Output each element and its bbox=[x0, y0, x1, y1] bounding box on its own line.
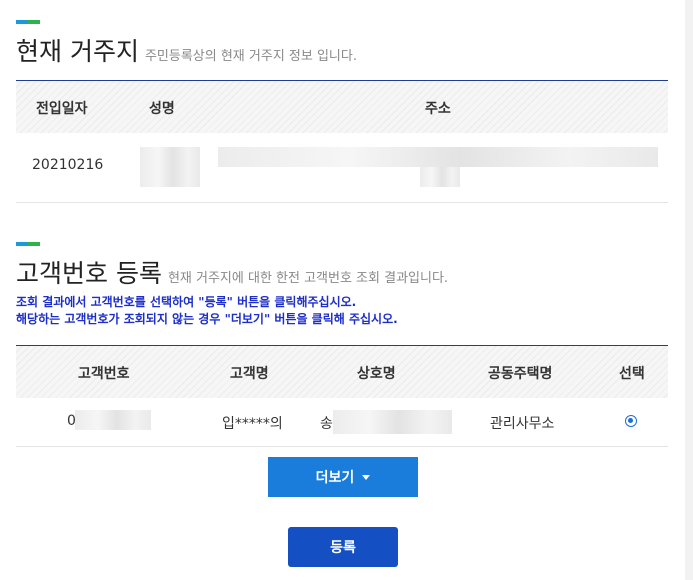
header-apartment-name: 공동주택명 bbox=[488, 366, 553, 382]
residence-subtitle: 주민등록상의 현재 거주지 정보 입니다. bbox=[144, 49, 357, 64]
residence-table-header bbox=[16, 81, 668, 133]
redacted-address bbox=[218, 147, 658, 167]
header-customer-number: 고객번호 bbox=[78, 366, 130, 382]
header-move-in-date: 전입일자 bbox=[36, 101, 88, 117]
residence-row-divider bbox=[16, 202, 668, 203]
header-address: 주소 bbox=[425, 101, 451, 117]
redacted-customer-number bbox=[75, 410, 151, 430]
customer-name-value: 입*****의 bbox=[222, 416, 283, 432]
redacted-name bbox=[140, 147, 200, 187]
section-accent bbox=[16, 242, 40, 246]
business-name-value: 송 bbox=[320, 416, 333, 432]
register-button-label: 등록 bbox=[330, 540, 356, 556]
header-name: 성명 bbox=[149, 101, 175, 117]
move-in-date-value: 20210216 bbox=[32, 157, 104, 173]
apartment-name-value: 관리사무소 bbox=[490, 416, 555, 432]
customer-row-divider bbox=[16, 446, 668, 447]
section-accent bbox=[16, 20, 40, 24]
customer-subtitle: 현재 거주지에 대한 한전 고객번호 조회 결과입니다. bbox=[167, 271, 449, 286]
select-radio[interactable] bbox=[625, 415, 637, 427]
scrollbar[interactable] bbox=[685, 0, 693, 580]
header-select: 선택 bbox=[619, 366, 645, 382]
customer-title: 고객번호 등록 현재 거주지에 대한 한전 고객번호 조회 결과입니다. bbox=[16, 259, 449, 288]
residence-title: 현재 거주지 주민등록상의 현재 거주지 정보 입니다. bbox=[16, 37, 357, 66]
register-button[interactable]: 등록 bbox=[288, 527, 398, 567]
notice-line-1: 조회 결과에서 고객번호를 선택하여 "등록" 버튼을 클릭해주십시오. bbox=[16, 295, 357, 309]
header-customer-name: 고객명 bbox=[230, 366, 269, 382]
redacted-business-name bbox=[333, 410, 452, 434]
caret-down-icon bbox=[362, 474, 371, 480]
notice-line-2: 해당하는 고객번호가 조회되지 않는 경우 "더보기" 버튼을 클릭해 주십시오… bbox=[16, 312, 398, 326]
more-button-label: 더보기 bbox=[315, 470, 355, 486]
more-button[interactable]: 더보기 bbox=[268, 457, 418, 497]
header-business-name: 상호명 bbox=[357, 366, 396, 382]
redacted-address-line2 bbox=[420, 167, 460, 187]
